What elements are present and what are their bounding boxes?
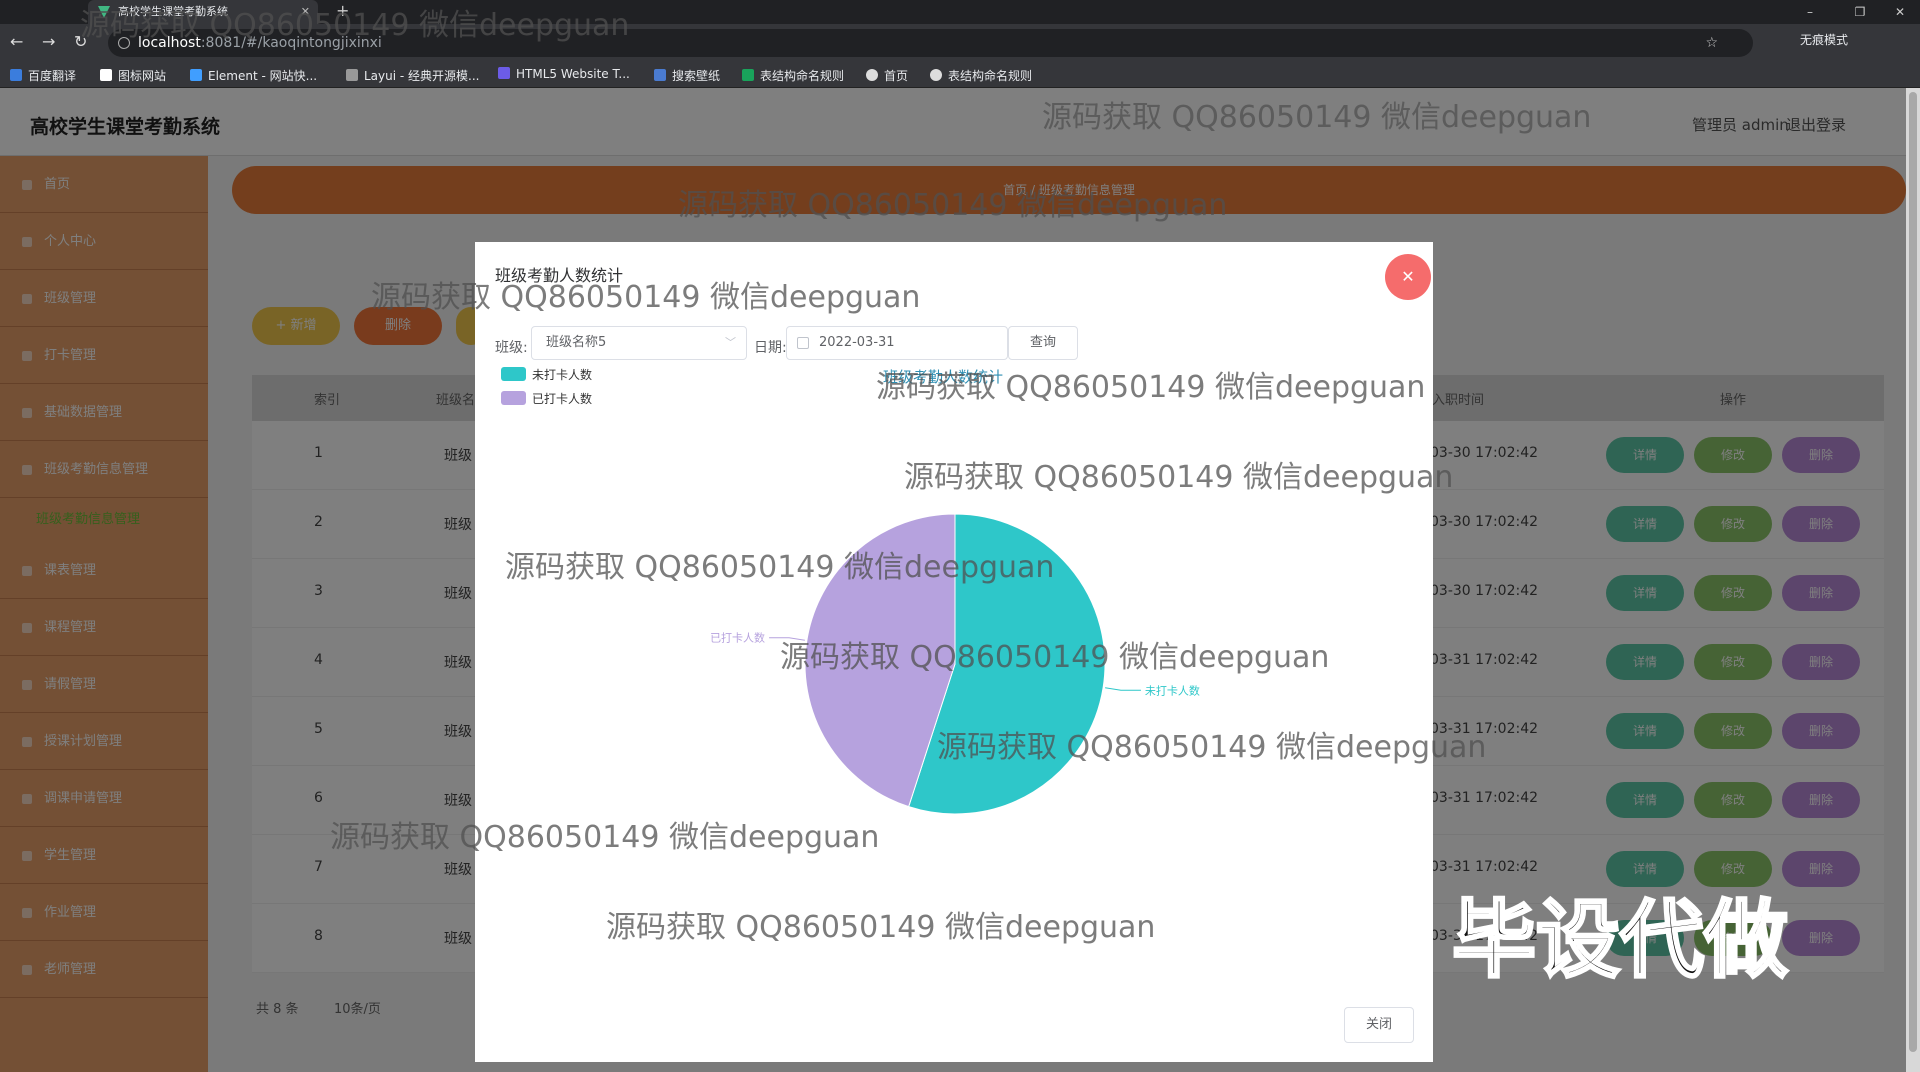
- back-icon[interactable]: ←: [10, 32, 23, 51]
- bookmark-icon: [190, 69, 202, 81]
- bookmark-icon: [10, 69, 22, 81]
- restore-icon[interactable]: ❐: [1840, 0, 1880, 24]
- url-host: localhost: [138, 35, 201, 51]
- new-tab-icon[interactable]: +: [336, 0, 349, 22]
- pie-label-line: [1105, 687, 1141, 691]
- bookmark-item[interactable]: Element - 网站快...: [190, 67, 317, 84]
- bookmark-item[interactable]: 表结构命名规则: [742, 67, 844, 84]
- bookmarks-bar: 百度翻译 图标网站 Element - 网站快... Layui - 经典开源模…: [0, 62, 1920, 88]
- bookmark-icon: [100, 69, 112, 81]
- bookmark-item[interactable]: HTML5 Website T...: [498, 67, 630, 81]
- page-scrollbar[interactable]: [1906, 88, 1920, 1072]
- minimize-icon[interactable]: –: [1790, 0, 1830, 24]
- forward-icon[interactable]: →: [42, 32, 55, 51]
- address-bar-row: ← → ↻ localhost:8081/#/kaoqintongjixinxi…: [0, 24, 1920, 62]
- pie-label-line: [769, 637, 805, 641]
- bookmark-star-icon[interactable]: ☆: [1705, 29, 1718, 57]
- bookmark-item[interactable]: 图标网站: [100, 67, 166, 84]
- tab-title: 高校学生课堂考勤系统: [118, 5, 228, 18]
- pie-slice-label: 已打卡人数: [710, 631, 765, 645]
- site-info-icon[interactable]: [118, 37, 130, 49]
- bookmark-icon: [654, 69, 666, 81]
- attendance-stats-dialog: 班级考勤人数统计 ✕ 班级: 班级名称5 ﹀ 日期: 2022-03-31 查询…: [475, 242, 1433, 1062]
- bookmark-icon: [742, 69, 754, 81]
- bookmark-item[interactable]: 搜索壁纸: [654, 67, 720, 84]
- incognito-label[interactable]: 无痕模式: [1800, 31, 1848, 48]
- browser-tabbar: 高校学生课堂考勤系统 ✕ + – ❐ ✕: [0, 0, 1920, 24]
- url-path: :8081/#/kaoqintongjixinxi: [200, 35, 382, 51]
- bookmark-icon: [866, 69, 878, 81]
- scrollbar-thumb[interactable]: [1909, 92, 1917, 1052]
- vue-icon: [98, 6, 110, 18]
- pie-slice-label: 未打卡人数: [1145, 683, 1200, 697]
- pie-chart: 未打卡人数 已打卡人数: [710, 513, 1200, 815]
- bookmark-item[interactable]: 表结构命名规则: [930, 67, 1032, 84]
- bookmark-icon: [346, 69, 358, 81]
- bookmark-item[interactable]: 百度翻译: [10, 67, 76, 84]
- close-window-icon[interactable]: ✕: [1880, 0, 1920, 24]
- bookmark-icon: [498, 67, 510, 79]
- url-input[interactable]: localhost:8081/#/kaoqintongjixinxi ☆: [108, 29, 1753, 57]
- watermark-big: 毕设代做: [1450, 890, 1789, 991]
- bookmark-item[interactable]: 首页: [866, 67, 908, 84]
- close-tab-icon[interactable]: ✕: [301, 0, 310, 24]
- reload-icon[interactable]: ↻: [74, 32, 87, 51]
- bookmark-item[interactable]: Layui - 经典开源模...: [346, 67, 479, 84]
- bookmark-icon: [930, 69, 942, 81]
- browser-tab[interactable]: 高校学生课堂考勤系统 ✕: [88, 0, 318, 24]
- close-button[interactable]: 关闭: [1344, 1007, 1414, 1043]
